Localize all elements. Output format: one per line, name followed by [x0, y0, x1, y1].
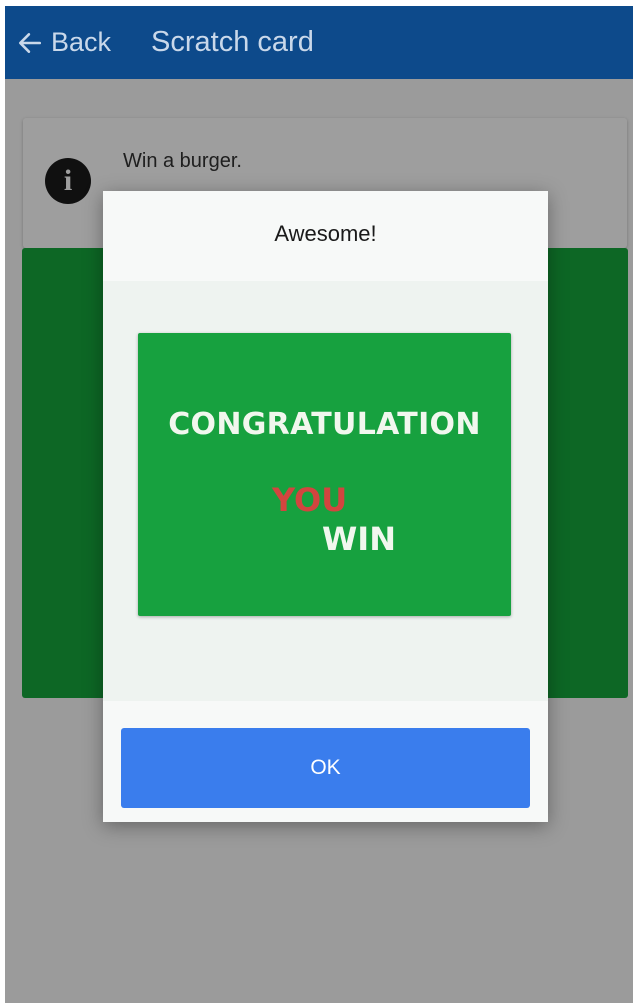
ok-button[interactable]: OK [121, 728, 530, 808]
dialog-title: Awesome! [274, 221, 377, 246]
dialog-header: Awesome! [103, 191, 548, 281]
result-dialog: Awesome! CONGRATULATION YOU WIN OK [103, 191, 548, 822]
back-label: Back [51, 27, 112, 57]
dialog-footer: OK [103, 701, 548, 822]
arrow-left-icon [18, 32, 42, 53]
back-button[interactable]: Back [5, 6, 121, 79]
you-text: YOU [272, 481, 348, 519]
win-card: CONGRATULATION YOU WIN [138, 333, 511, 616]
ok-label: OK [310, 756, 341, 779]
page-title: Scratch card [151, 26, 314, 58]
congratulation-text: CONGRATULATION [168, 407, 481, 442]
win-text: WIN [322, 520, 396, 558]
app-bar: Back Scratch card [5, 6, 633, 79]
screen: Back Scratch card i Win a burger. Awesom… [5, 6, 633, 1003]
